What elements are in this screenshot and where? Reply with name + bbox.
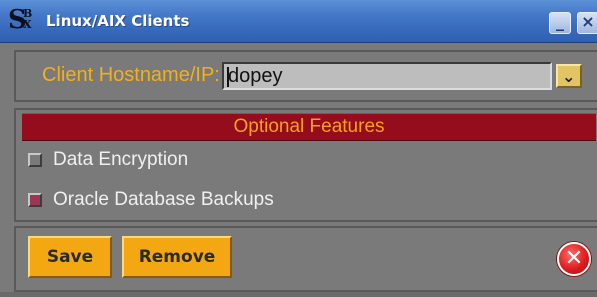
window-close-button[interactable]: × bbox=[577, 12, 597, 34]
client-hostname-input[interactable]: dopey bbox=[222, 62, 552, 90]
data-encryption-checkbox[interactable] bbox=[28, 153, 42, 167]
chevron-down-icon: ⌄ bbox=[562, 67, 576, 86]
client-hostname-label: Client Hostname/IP: bbox=[42, 64, 220, 86]
hostname-dropdown-button[interactable]: ⌄ bbox=[556, 64, 582, 88]
title-bar[interactable]: S B X Linux/AIX Clients _ × bbox=[0, 0, 597, 43]
oracle-database-backups-label[interactable]: Oracle Database Backups bbox=[53, 189, 274, 211]
minimize-icon: _ bbox=[556, 12, 564, 31]
data-encryption-label[interactable]: Data Encryption bbox=[53, 149, 188, 171]
save-button[interactable]: Save bbox=[28, 236, 112, 278]
close-dialog-button[interactable]: ✕ bbox=[557, 242, 591, 276]
optional-features-header: Optional Features bbox=[22, 113, 596, 141]
window-title: Linux/AIX Clients bbox=[46, 12, 190, 30]
logo-bottom-glyph: X bbox=[23, 18, 32, 31]
remove-button[interactable]: Remove bbox=[122, 236, 232, 278]
window-bottom-edge bbox=[0, 292, 597, 297]
minimize-button[interactable]: _ bbox=[549, 12, 571, 34]
linux-aix-clients-window: S B X Linux/AIX Clients _ × Client Hostn… bbox=[0, 0, 597, 297]
close-icon: × bbox=[581, 12, 595, 31]
oracle-database-backups-checkbox[interactable] bbox=[28, 193, 42, 207]
close-circle-icon: ✕ bbox=[564, 246, 584, 271]
client-hostname-value: dopey bbox=[228, 65, 283, 87]
app-logo-icon: S B X bbox=[8, 5, 34, 35]
